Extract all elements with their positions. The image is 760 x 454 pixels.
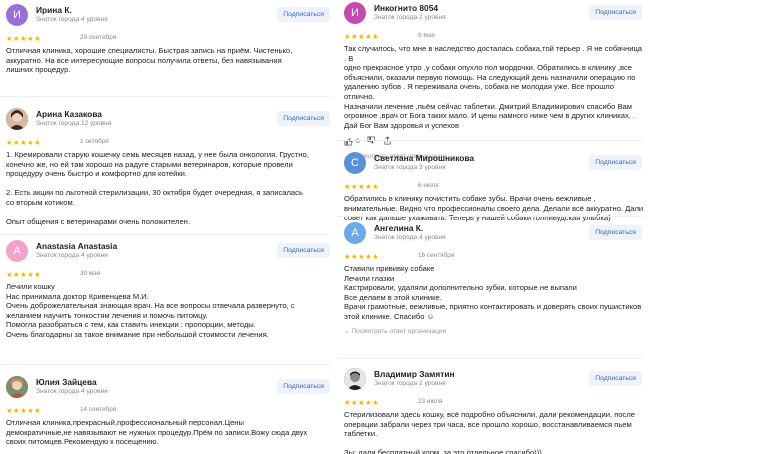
subscribe-button[interactable]: Подписаться bbox=[589, 5, 642, 20]
review-date: 14 сентября bbox=[80, 406, 117, 413]
divider bbox=[0, 96, 330, 97]
reviewer-name[interactable]: Ирина К. bbox=[36, 5, 72, 15]
review-card: И Инкогнито 8054 Знаток города 2 уровня … bbox=[338, 2, 760, 162]
avatar[interactable]: А bbox=[344, 222, 366, 244]
avatar[interactable]: И bbox=[344, 2, 366, 24]
reviewer-level: Знаток города 3 уровня bbox=[374, 164, 446, 171]
avatar-letter: С bbox=[351, 157, 359, 169]
reviewer-name[interactable]: Ангелина К. bbox=[374, 223, 423, 233]
divider bbox=[0, 234, 330, 235]
rating-stars: ★★★★★ bbox=[6, 34, 42, 43]
review-text: Отличная клиника,прекрасный,профессионал… bbox=[6, 418, 308, 447]
review-text: Так случилось, что мне в наследство дост… bbox=[344, 44, 643, 130]
reviewer-name[interactable]: Владимир Замятин bbox=[374, 369, 455, 379]
rating-stars: ★★★★★ bbox=[344, 252, 380, 261]
avatar-letter: А bbox=[351, 227, 359, 239]
reviewer-level: Знаток города 12 уровня bbox=[36, 120, 112, 127]
divider bbox=[338, 140, 642, 141]
rating-stars: ★★★★★ bbox=[344, 398, 380, 407]
reviewer-level: Знаток города 4 уровня bbox=[36, 252, 108, 259]
avatar-letter: И bbox=[13, 9, 21, 21]
review-date: 16 сентября bbox=[418, 252, 455, 259]
reviewer-level: Знаток города 2 уровня bbox=[374, 14, 446, 21]
avatar-letter: A bbox=[13, 245, 21, 257]
review-actions: 6 bbox=[344, 135, 760, 147]
view-org-reply-label: Посмотреть ответ организации bbox=[351, 327, 447, 335]
avatar[interactable]: С bbox=[344, 152, 366, 174]
review-date: 29 сентября bbox=[80, 34, 117, 41]
review-text: Стерилизовали здесь кошку, всё подробно … bbox=[344, 410, 635, 454]
subscribe-button[interactable]: Подписаться bbox=[277, 243, 330, 258]
rating-stars: ★★★★★ bbox=[344, 182, 380, 191]
avatar[interactable] bbox=[344, 368, 366, 390]
reviewer-level: Знаток города 4 уровня bbox=[36, 16, 108, 23]
subscribe-button[interactable]: Подписаться bbox=[589, 155, 642, 170]
avatar-letter: И bbox=[351, 7, 359, 19]
rating-stars: ★★★★★ bbox=[6, 138, 42, 147]
avatar-photo-icon bbox=[6, 376, 28, 398]
rating-stars: ★★★★★ bbox=[6, 270, 42, 279]
subscribe-button[interactable]: Подписаться bbox=[277, 111, 330, 126]
reviewer-name[interactable]: Инкогнито 8054 bbox=[374, 3, 438, 13]
rating-stars: ★★★★★ bbox=[344, 32, 380, 41]
review-text: Лечили кошку Нас принимала доктор Кривен… bbox=[6, 282, 295, 339]
review-card: Юлия Зайцева Знаток города 4 уровня Подп… bbox=[0, 376, 330, 447]
review-card: А Ангелина К. Знаток города 4 уровня Под… bbox=[338, 222, 760, 337]
review-date: 9 мая bbox=[418, 32, 435, 39]
avatar[interactable] bbox=[6, 108, 28, 130]
reviewer-name[interactable]: Арина Казакова bbox=[36, 109, 102, 119]
thumbs-up-icon bbox=[344, 137, 353, 146]
reviewer-level: Знаток города 4 уровня bbox=[36, 388, 108, 395]
review-card: Владимир Замятин Знаток города 2 уровня … bbox=[338, 368, 760, 454]
reviewer-name[interactable]: Юлия Зайцева bbox=[36, 377, 97, 387]
like-count: 6 bbox=[356, 137, 360, 145]
review-text: Обратились в клинику почистить собаке зу… bbox=[344, 194, 644, 223]
review-text: Отличная клиника, хорошие специалисты. Б… bbox=[6, 46, 293, 75]
review-card: Арина Казакова Знаток города 12 уровня П… bbox=[0, 108, 330, 227]
subscribe-button[interactable]: Подписаться bbox=[589, 225, 642, 240]
view-org-reply-link[interactable]: ⌄ Посмотреть ответ организации bbox=[344, 327, 760, 337]
review-card: С Светлана Мирошникова Знаток города 3 у… bbox=[338, 152, 760, 223]
like-button[interactable]: 6 bbox=[344, 137, 360, 146]
review-card: A Anastasia Anastasia Знаток города 4 ур… bbox=[0, 240, 330, 340]
dislike-button[interactable] bbox=[367, 136, 376, 147]
subscribe-button[interactable]: Подписаться bbox=[277, 7, 330, 22]
review-date: 1 октября bbox=[80, 138, 109, 145]
reviewer-name[interactable]: Anastasia Anastasia bbox=[36, 241, 117, 251]
review-date: 23 июля bbox=[418, 398, 443, 405]
review-text: Ставили прививку собаке Лечили глазки Ка… bbox=[344, 264, 642, 321]
rating-stars: ★★★★★ bbox=[6, 406, 42, 415]
divider bbox=[338, 216, 642, 217]
avatar[interactable]: И bbox=[6, 4, 28, 26]
avatar-photo-icon bbox=[6, 108, 28, 130]
review-date: 30 мая bbox=[80, 270, 101, 277]
avatar[interactable] bbox=[6, 376, 28, 398]
subscribe-button[interactable]: Подписаться bbox=[589, 371, 642, 386]
divider bbox=[338, 358, 642, 359]
avatar[interactable]: A bbox=[6, 240, 28, 262]
reviewer-level: Знаток города 2 уровня bbox=[374, 380, 446, 387]
reviewer-name[interactable]: Светлана Мирошникова bbox=[374, 153, 474, 163]
divider bbox=[0, 364, 330, 365]
review-date: 6 июля bbox=[418, 182, 439, 189]
subscribe-button[interactable]: Подписаться bbox=[277, 379, 330, 394]
share-button[interactable] bbox=[383, 136, 392, 147]
reviewer-level: Знаток города 4 уровня bbox=[374, 234, 446, 241]
review-text: 1. Кремировали старую кошечку семь месяц… bbox=[6, 150, 309, 227]
review-card: И Ирина К. Знаток города 4 уровня Подпис… bbox=[0, 4, 330, 75]
avatar-photo-icon bbox=[344, 368, 366, 390]
